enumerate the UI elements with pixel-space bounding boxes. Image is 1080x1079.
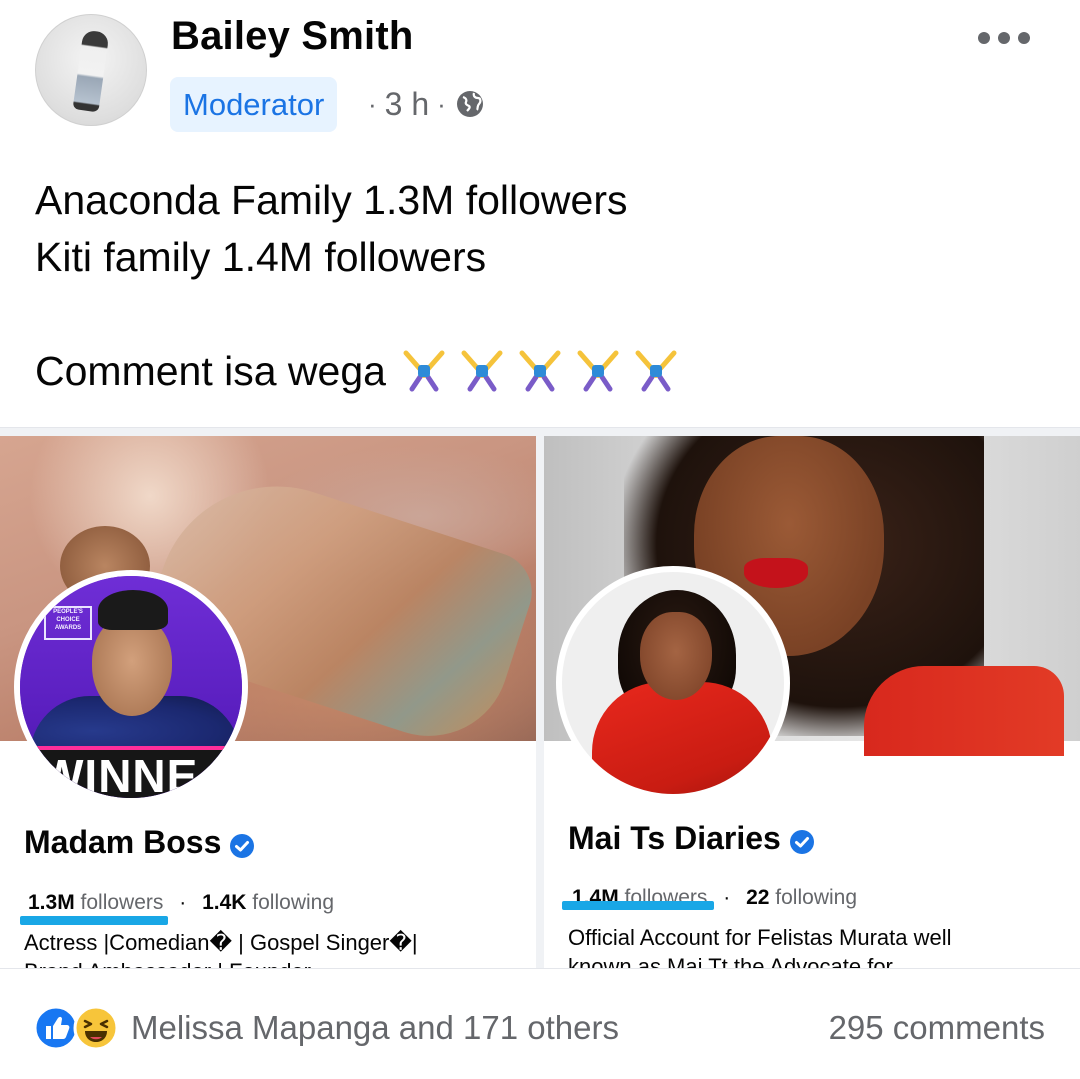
page-name: Mai Ts Diaries: [568, 820, 815, 857]
globe-icon[interactable]: [454, 88, 486, 120]
bio-line: Actress |Comedian� | Gospel Singer�|: [24, 930, 418, 955]
following-count: 22: [746, 886, 770, 909]
post-text-line: Anaconda Family 1.3M followers: [35, 177, 628, 223]
page-bio: Actress |Comedian� | Gospel Singer�| Bra…: [24, 928, 418, 968]
profile-picture-detail: [92, 616, 172, 716]
comments-count[interactable]: 295 comments: [829, 1009, 1045, 1047]
screenshot-panel-madam-boss: PEOPLE'S CHOICE AWARDS WINNE Madam Boss …: [0, 436, 536, 968]
stats-separator: ·: [723, 886, 731, 909]
post-text-line: Comment isa wega: [35, 348, 386, 394]
person-cartwheeling-icon: [398, 343, 450, 395]
page-name-text: Mai Ts Diaries: [568, 820, 781, 856]
author-name[interactable]: Bailey Smith: [171, 14, 413, 59]
cover-photo-detail: [864, 666, 1064, 756]
reactions-text: Melissa Mapanga and 171 others: [131, 1009, 619, 1046]
highlight-underline: [20, 916, 168, 925]
haha-icon: [73, 1005, 119, 1051]
profile-picture: [556, 566, 790, 800]
cover-photo-detail: [744, 558, 808, 588]
following-count: 1.4K: [202, 891, 247, 914]
bio-line: Brand Ambassador | Founder: [24, 957, 418, 968]
following-label: following: [775, 886, 858, 909]
bio-line: Official Account for Felistas Murata wel…: [568, 925, 952, 950]
followers-count: 1.3M: [28, 891, 75, 914]
award-logo: PEOPLE'S CHOICE AWARDS: [44, 606, 92, 640]
avatar-photo: [72, 29, 110, 113]
page-bio: Official Account for Felistas Murata wel…: [568, 923, 952, 968]
highlight-underline: [562, 901, 714, 910]
meta-separator: ·: [368, 88, 377, 119]
person-cartwheeling-icon: [456, 343, 508, 395]
stats-separator: ·: [179, 891, 187, 914]
post-meta: · 3 h ·: [360, 80, 486, 128]
emoji-row: [398, 343, 682, 395]
follower-stats: 1.3M followers · 1.4K following: [28, 891, 334, 915]
facebook-post: Bailey Smith Moderator · 3 h · Anaconda …: [0, 0, 1080, 1079]
post-text-blank-line: [35, 286, 682, 343]
verified-badge-icon: [789, 826, 815, 854]
author-avatar[interactable]: [35, 14, 147, 126]
post-text-line: Kiti family 1.4M followers: [35, 234, 487, 280]
profile-picture-detail: [98, 590, 168, 630]
post-text-line-with-emoji: Comment isa wega: [35, 343, 682, 400]
moderator-badge[interactable]: Moderator: [170, 77, 338, 132]
person-cartwheeling-icon: [514, 343, 566, 395]
post-text: Anaconda Family 1.3M followers Kiti fami…: [35, 172, 682, 400]
post-photo[interactable]: PEOPLE'S CHOICE AWARDS WINNE Madam Boss …: [0, 427, 1080, 969]
screenshot-panel-mai-ts-diaries: Mai Ts Diaries 1.4M followers · 22 follo…: [544, 436, 1080, 968]
followers-label: followers: [80, 891, 164, 914]
person-cartwheeling-icon: [630, 343, 682, 395]
reactions-summary[interactable]: Melissa Mapanga and 171 others: [33, 1005, 619, 1051]
profile-picture-detail: [640, 612, 712, 700]
profile-picture: PEOPLE'S CHOICE AWARDS WINNE: [14, 570, 248, 804]
more-options-icon[interactable]: [978, 28, 1030, 48]
winner-banner: WINNE: [20, 746, 242, 798]
meta-separator: ·: [437, 88, 446, 119]
verified-badge-icon: [229, 830, 255, 858]
person-cartwheeling-icon: [572, 343, 624, 395]
bio-line: known as Mai Tt the Advocate for: [568, 954, 893, 968]
page-name: Madam Boss: [24, 824, 255, 861]
profile-picture-detail: [592, 682, 772, 794]
page-name-text: Madam Boss: [24, 824, 222, 860]
following-label: following: [252, 891, 335, 914]
post-time[interactable]: 3 h: [385, 86, 429, 123]
